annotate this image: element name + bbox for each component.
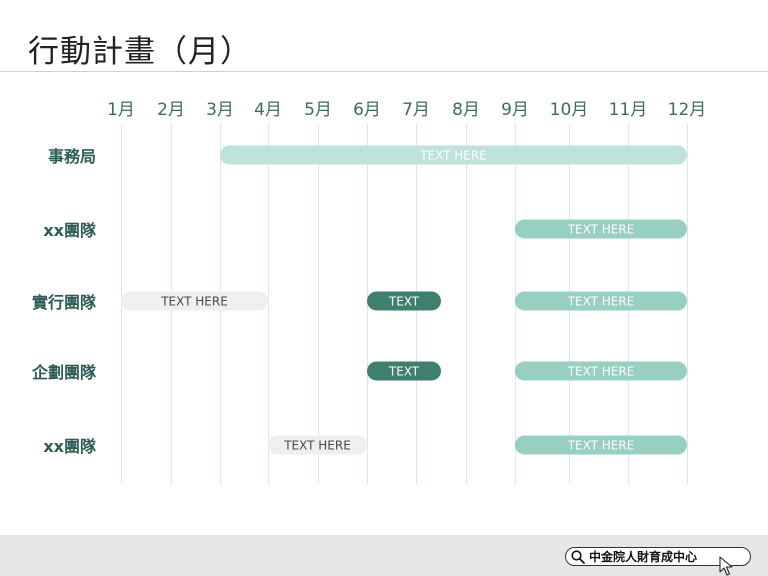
timeline-bar: TEXT HERE (220, 145, 687, 165)
month-label: 2月 (157, 100, 185, 120)
search-icon (571, 549, 585, 564)
row-label: xx團隊 (43, 437, 96, 456)
month-gridline (268, 124, 269, 484)
month-label: 1月 (107, 100, 135, 120)
timeline-bar: TEXT (367, 291, 441, 311)
month-gridline (466, 124, 467, 484)
gantt-chart: 1月 2月 3月 4月 5月 6月 7月 8月 9月 10月 11月 12月事務局 TEXT HERE x… (0, 0, 768, 576)
month-label: 5月 (304, 100, 332, 120)
timeline-bar: TEXT HERE (515, 219, 687, 239)
row-label: 實行團隊 (31, 293, 96, 312)
month-label: 9月 (501, 100, 529, 120)
row-label: 企劃團隊 (31, 363, 96, 382)
timeline-bar: TEXT HERE (515, 361, 687, 381)
mouse-cursor-icon (719, 556, 733, 576)
row-label: xx團隊 (43, 221, 96, 240)
timeline-bar: TEXT HERE (268, 435, 367, 455)
month-label: 3月 (206, 100, 234, 120)
month-label: 7月 (402, 100, 430, 120)
search-box-label: 中金院人財育成中心 (589, 550, 698, 564)
month-gridline (687, 124, 688, 484)
timeline-bar: TEXT HERE (515, 435, 687, 455)
month-gridline (318, 124, 319, 484)
month-label: 10月 (549, 100, 589, 120)
month-label: 8月 (452, 100, 480, 120)
timeline-bar: TEXT HERE (515, 291, 687, 311)
month-label: 4月 (254, 100, 282, 120)
timeline-bar: TEXT HERE (121, 291, 268, 311)
month-label: 11月 (608, 100, 648, 120)
month-label: 6月 (353, 100, 381, 120)
month-label: 12月 (667, 100, 707, 120)
row-label: 事務局 (47, 147, 96, 166)
timeline-bar: TEXT (367, 361, 441, 381)
